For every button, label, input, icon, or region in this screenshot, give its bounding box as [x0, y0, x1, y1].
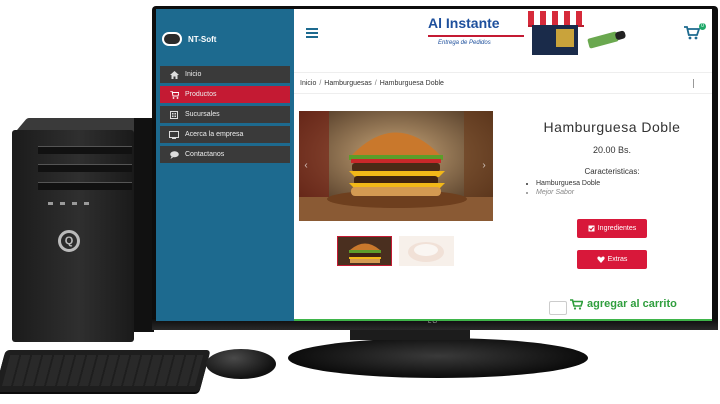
- hamburger-icon[interactable]: [306, 28, 318, 38]
- product-image-carousel[interactable]: ‹ ›: [299, 111, 493, 221]
- sidebar-item-productos[interactable]: Productos: [160, 86, 290, 103]
- usb-port: [60, 202, 65, 205]
- breadcrumb-link-inicio[interactable]: Inicio: [300, 80, 316, 87]
- brand-logo-icon: [162, 32, 182, 46]
- product-thumbnail[interactable]: [337, 236, 392, 266]
- usb-port: [84, 202, 89, 205]
- home-icon: [169, 70, 179, 79]
- breadcrumb: Inicio / Hamburguesas / Hamburguesa Dobl…: [294, 72, 712, 94]
- ingredients-label: Ingredientes: [597, 225, 637, 232]
- breadcrumb-link-category[interactable]: Hamburguesas: [324, 80, 371, 87]
- logo-underline: [428, 35, 524, 37]
- list-item: Mejor Sabor: [536, 188, 600, 197]
- footer-accent-bar: [294, 319, 712, 321]
- sidebar-item-label: Acerca la empresa: [185, 131, 244, 138]
- sidebar-item-inicio[interactable]: Inicio: [160, 66, 290, 83]
- sidebar-item-label: Productos: [185, 91, 217, 98]
- drive-bay: [38, 164, 132, 172]
- usb-port: [72, 202, 77, 205]
- sidebar-item-label: Contactanos: [185, 151, 225, 158]
- mouse: [206, 349, 276, 379]
- cart-icon: [684, 26, 701, 40]
- features-heading: Caracteristicas:: [584, 167, 640, 176]
- cart-icon: [169, 90, 179, 99]
- breadcrumb-separator: /: [374, 79, 377, 87]
- sidebar-item-label: Inicio: [185, 71, 202, 78]
- quantity-input[interactable]: [549, 301, 567, 315]
- features-list: Hamburguesa Doble Mejor Sabor: [526, 179, 600, 197]
- info-icon: [169, 130, 179, 139]
- cart-icon: [570, 298, 583, 310]
- add-to-cart-button[interactable]: agregar al carrito: [570, 298, 677, 310]
- store-logo[interactable]: Al Instante Entrega de Pedidos: [428, 11, 628, 57]
- sidebar: NT-Soft Inicio Productos Sucursales Acer…: [156, 9, 294, 321]
- extras-button[interactable]: Extras: [577, 250, 647, 269]
- breadcrumb-separator: /: [319, 79, 322, 87]
- sidebar-menu: Inicio Productos Sucursales Acerca la em…: [160, 66, 290, 166]
- monitor-screen: NT-Soft Inicio Productos Sucursales Acer…: [156, 9, 712, 321]
- keyboard: [0, 350, 211, 392]
- drive-bay: [38, 146, 132, 154]
- logo-title: Al Instante: [428, 15, 500, 31]
- sidebar-item-label: Sucursales: [185, 111, 220, 118]
- heart-icon: [596, 256, 605, 263]
- carousel-prev-button[interactable]: ‹: [301, 159, 311, 173]
- cart-count-badge: 0: [699, 23, 706, 30]
- sidebar-item-contactanos[interactable]: Contactanos: [160, 146, 290, 163]
- brand-name: NT-Soft: [188, 34, 217, 44]
- product-thumbnail[interactable]: [399, 236, 454, 266]
- sidebar-brand[interactable]: NT-Soft: [162, 31, 288, 47]
- product-title: Hamburguesa Doble: [543, 119, 681, 135]
- burger-photo: [299, 111, 493, 221]
- monitor-stand-neck: [350, 330, 470, 340]
- list-item: Hamburguesa Doble: [536, 179, 600, 188]
- storefront-icon: [532, 25, 578, 55]
- sidebar-item-sucursales[interactable]: Sucursales: [160, 106, 290, 123]
- breadcrumb-current: Hamburguesa Doble: [379, 79, 444, 87]
- breadcrumb-divider: [693, 79, 694, 88]
- checkbox-icon: [588, 225, 595, 232]
- top-header: Al Instante Entrega de Pedidos 0: [294, 9, 712, 61]
- carousel-next-button[interactable]: ›: [479, 159, 489, 173]
- pc-tower-side: [134, 118, 154, 332]
- product-price: 20.00 Bs.: [592, 145, 632, 155]
- ingredients-button[interactable]: Ingredientes: [577, 219, 647, 238]
- add-to-cart-label: agregar al carrito: [587, 298, 677, 310]
- pc-brand-logo-icon: Q: [58, 230, 80, 252]
- header-cart-button[interactable]: 0: [684, 23, 706, 42]
- money-hand-icon: [587, 31, 619, 49]
- extras-label: Extras: [607, 256, 628, 263]
- usb-port: [48, 202, 53, 205]
- logo-subtitle: Entrega de Pedidos: [438, 40, 491, 46]
- monitor-stand-base: [288, 338, 588, 378]
- chat-icon: [169, 150, 179, 159]
- building-icon: [169, 110, 179, 119]
- drive-bay: [38, 182, 132, 190]
- sidebar-item-acerca[interactable]: Acerca la empresa: [160, 126, 290, 143]
